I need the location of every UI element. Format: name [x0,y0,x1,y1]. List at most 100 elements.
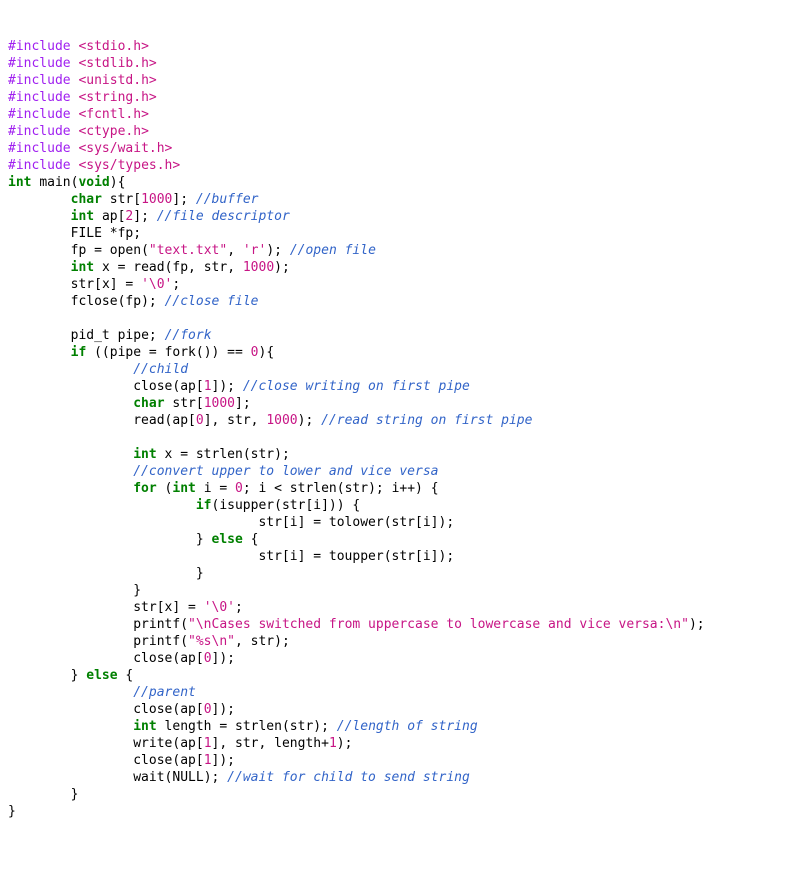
number: 1 [204,736,212,751]
id: i [392,481,400,496]
keyword-int: int [71,260,94,275]
fn: close [133,379,172,394]
id: str [71,277,94,292]
id: str [258,549,281,564]
id: fp [118,226,134,241]
include-header: <string.h> [78,90,156,105]
id: i [423,515,431,530]
number: 1000 [141,192,172,207]
id: pid_t [71,328,110,343]
comment: //fork [165,328,212,343]
include-directive: #include [8,124,71,139]
id: str [204,260,227,275]
comment: //convert upper to lower and vice versa [133,464,438,479]
include-directive: #include [8,90,71,105]
id: str [251,447,274,462]
fn: strlen [290,481,337,496]
include-header: <stdlib.h> [78,56,156,71]
include-directive: #include [8,107,71,122]
id: length [165,719,212,734]
id: fp [125,294,141,309]
number: 0 [251,345,259,360]
comment: //open file [290,243,376,258]
keyword-char: char [71,192,102,207]
id: str [133,600,156,615]
include-header: <ctype.h> [78,124,148,139]
fn-main: main [39,175,70,190]
keyword-if: if [196,498,212,513]
include-header: <unistd.h> [78,73,156,88]
keyword-int: int [133,719,156,734]
id: pipe [118,328,149,343]
fn: write [133,736,172,751]
fn: printf [133,617,180,632]
keyword-else: else [212,532,243,547]
number: 1000 [204,396,235,411]
id: i [258,481,266,496]
keyword-for: for [133,481,156,496]
fn: isupper [219,498,274,513]
id: str [110,192,133,207]
id: str [172,396,195,411]
char-literal: '\0' [141,277,172,292]
include-directive: #include [8,39,71,54]
id: str [227,413,250,428]
keyword-int: int [133,447,156,462]
fn: fork [165,345,196,360]
id: str [258,515,281,530]
fn: printf [133,634,180,649]
id: ap [180,702,196,717]
number: 1000 [266,413,297,428]
number: 0 [204,702,212,717]
id: length [274,736,321,751]
id: FILE [71,226,102,241]
id: fp [71,243,87,258]
char-literal: 'r' [243,243,266,258]
fn: close [133,702,172,717]
id: fp [172,260,188,275]
include-directive: #include [8,56,71,71]
id: ap [180,651,196,666]
code-block: #include <stdio.h> #include <stdlib.h> #… [8,38,800,820]
fn: tolower [329,515,384,530]
comment: //buffer [196,192,259,207]
id: str [392,515,415,530]
include-directive: #include [8,158,71,173]
id: pipe [110,345,141,360]
fn: close [133,651,172,666]
number: 1 [204,753,212,768]
id: str [251,634,274,649]
fn: toupper [329,549,384,564]
id: ap [180,736,196,751]
fn: strlen [235,719,282,734]
include-header: <stdio.h> [78,39,148,54]
char-literal: '\0' [204,600,235,615]
id: x [165,447,173,462]
number: 1 [329,736,337,751]
include-header: <sys/types.h> [78,158,180,173]
comment: //parent [133,685,196,700]
fn: close [133,753,172,768]
comment: //read string on first pipe [321,413,532,428]
keyword-else: else [86,668,117,683]
id: x [102,260,110,275]
id: i [423,549,431,564]
number: 0 [196,413,204,428]
id: str [235,736,258,751]
id: ap [180,379,196,394]
id: i [290,515,298,530]
include-header: <fcntl.h> [78,107,148,122]
id: x [102,277,110,292]
comment: //wait for child to send string [227,770,470,785]
comment: //close writing on first pipe [243,379,470,394]
comment: //file descriptor [157,209,290,224]
fn: read [133,260,164,275]
number: 0 [204,651,212,666]
id: str [345,481,368,496]
id: ap [102,209,118,224]
keyword-void: void [78,175,109,190]
fn: read [133,413,164,428]
id: ap [172,413,188,428]
id: str [282,498,305,513]
keyword-int: int [8,175,31,190]
